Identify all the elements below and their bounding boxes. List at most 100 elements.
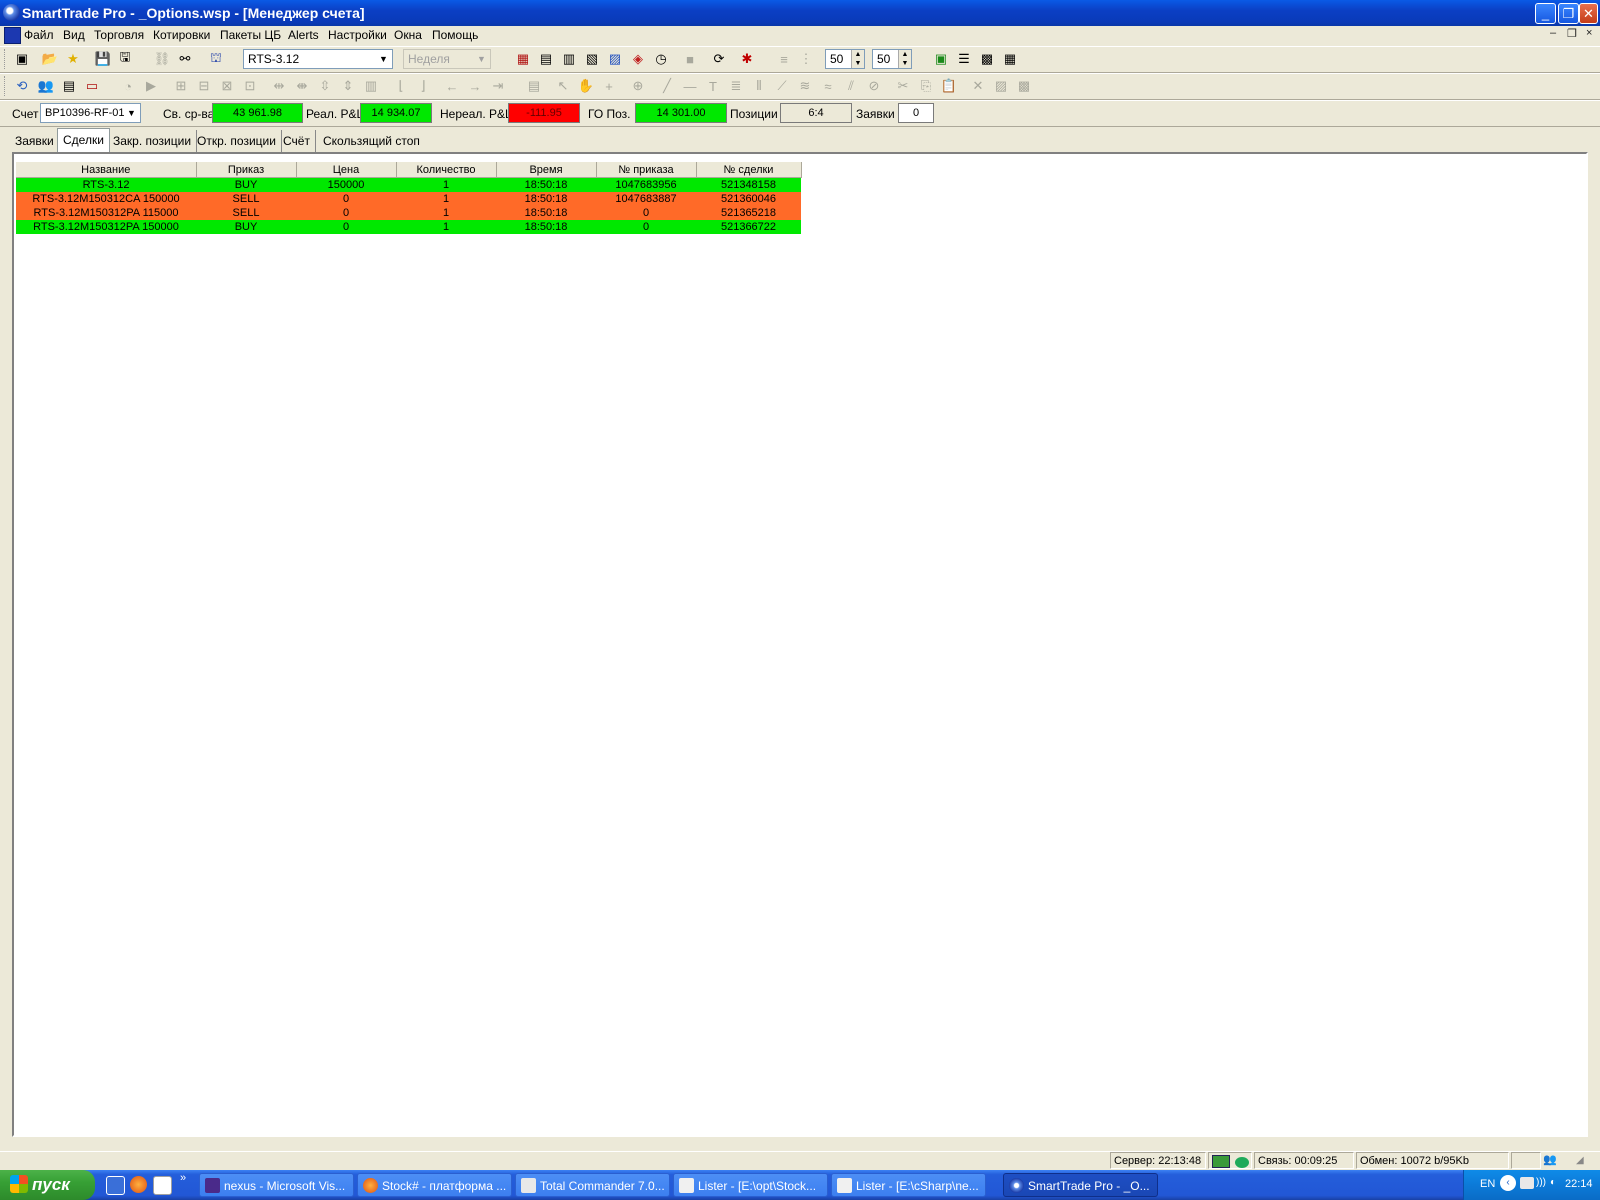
save-all-icon[interactable]: 🖫 [116, 49, 134, 68]
taskbar-item[interactable]: Stock# - платформа ... [357, 1173, 512, 1197]
fibo-tool-icon[interactable]: ⦀ [750, 77, 768, 95]
users-icon[interactable]: 👥 [37, 77, 55, 95]
period-combo[interactable]: Неделя ▼ [403, 49, 491, 69]
col-header-trade-no[interactable]: № сделки [696, 162, 802, 178]
toolbar-grip[interactable] [4, 49, 8, 69]
arrow-left-icon[interactable]: ← [443, 77, 461, 95]
align-icon[interactable]: ≡ [775, 50, 793, 68]
calendar-icon[interactable]: ▨ [606, 50, 624, 68]
new-window-icon[interactable]: ▣ [13, 50, 31, 68]
table-icon[interactable]: ▦ [514, 50, 532, 68]
window-icon[interactable]: ▭ [83, 77, 101, 95]
properties-icon[interactable]: ▩ [978, 50, 996, 68]
symbol-combo[interactable]: RTS-3.12 ▼ [243, 49, 393, 69]
firefox-icon[interactable] [130, 1176, 147, 1193]
layout-icon[interactable]: ▤ [525, 77, 543, 95]
insert-icon[interactable]: ⊕ [629, 77, 647, 95]
spin-field-2[interactable]: 50 ▲ ▼ [872, 49, 912, 69]
delete-icon[interactable]: ✕ [969, 77, 987, 95]
paste-icon[interactable]: 📋 [940, 77, 958, 95]
arrow-right-icon[interactable]: → [466, 77, 484, 95]
col-header-order-no[interactable]: № приказа [596, 162, 697, 178]
crosshair-icon[interactable]: + [600, 77, 618, 95]
chart-window-icon[interactable]: ▤ [537, 50, 555, 68]
tab-trades[interactable]: Сделки [57, 128, 110, 152]
mdi-minimize-button[interactable]: – [1550, 27, 1556, 39]
scroll-end-icon[interactable]: ⌋ [414, 77, 432, 95]
text-tool-icon[interactable]: T [704, 77, 722, 95]
quicklaunch-more-icon[interactable]: » [180, 1172, 186, 1184]
star-icon[interactable]: ★ [64, 50, 82, 68]
resize-grip-icon[interactable]: ◢ [1576, 1155, 1590, 1169]
grid-icon[interactable]: ⋮ [797, 50, 815, 68]
tray-sound-icon[interactable]: ◐ [1550, 1177, 1562, 1189]
chevron-down-icon[interactable]: ▼ [124, 105, 139, 121]
account-combo[interactable]: BP10396-RF-01 ▼ [40, 103, 141, 123]
portfolio-icon[interactable]: ◈ [629, 50, 647, 68]
menu-alerts[interactable]: Alerts [288, 28, 319, 42]
chevron-down-icon[interactable]: ▼ [474, 51, 489, 67]
tab-trailing-stop[interactable]: Скользящий стоп [318, 130, 425, 152]
line-tool-icon[interactable]: ╱ [658, 77, 676, 95]
menu-settings[interactable]: Настройки [328, 28, 387, 42]
chart-line-icon[interactable]: ⊞ [172, 77, 190, 95]
tab-orders[interactable]: Заявки [10, 130, 60, 152]
tray-wifi-icon[interactable]: ))) [1536, 1177, 1548, 1189]
taskbar-item[interactable]: Total Commander 7.0... [515, 1173, 670, 1197]
col-header-time[interactable]: Время [496, 162, 597, 178]
fan-tool-icon[interactable]: ⟋ [773, 77, 791, 95]
save-icon[interactable]: 💾 [94, 50, 112, 68]
channel-tool-icon[interactable]: ≣ [727, 77, 745, 95]
quotes-window-icon[interactable]: ▥ [560, 50, 578, 68]
bank-icon[interactable]: ⛫ [207, 50, 225, 68]
export-icon[interactable]: ▣ [932, 50, 950, 68]
menu-help[interactable]: Помощь [432, 28, 478, 42]
minimize-button[interactable]: _ [1535, 3, 1556, 24]
tab-closed-positions[interactable]: Закр. позиции [108, 130, 198, 152]
col-header-quantity[interactable]: Количество [396, 162, 497, 178]
open-folder-icon[interactable]: 📂 [41, 50, 59, 68]
menu-view[interactable]: Вид [63, 28, 85, 42]
tray-network-icon[interactable] [1520, 1177, 1534, 1189]
notepad-icon[interactable] [153, 1176, 172, 1195]
taskbar-item[interactable]: nexus - Microsoft Vis... [199, 1173, 354, 1197]
language-indicator[interactable]: EN [1480, 1178, 1495, 1190]
hline-tool-icon[interactable]: — [681, 77, 699, 95]
chevron-down-icon[interactable]: ▼ [376, 51, 391, 67]
arc-tool-icon[interactable]: ≋ [796, 77, 814, 95]
mdi-restore-button[interactable]: ❐ [1567, 27, 1577, 40]
stop-icon[interactable]: ■ [681, 50, 699, 68]
desktop-icon[interactable] [106, 1176, 125, 1195]
table-row[interactable]: RTS-3.12M150312PA 115000 SELL 0 1 18:50:… [16, 206, 801, 220]
col-header-price[interactable]: Цена [296, 162, 397, 178]
menu-trading[interactable]: Торговля [94, 28, 144, 42]
calculator-icon[interactable]: ▦ [1001, 50, 1019, 68]
clock[interactable]: 22:14 [1565, 1178, 1593, 1190]
maximize-button[interactable]: ❐ [1558, 3, 1579, 24]
play-icon[interactable]: ▶ [142, 77, 160, 95]
start-button[interactable]: пуск [0, 1170, 95, 1200]
chart-bar-icon[interactable]: ⊟ [195, 77, 213, 95]
menu-file[interactable]: Файл [24, 28, 54, 42]
spin-arrows-icon[interactable]: ▲ ▼ [898, 50, 911, 68]
tray-expand-icon[interactable]: ‹ [1500, 1175, 1516, 1191]
tab-open-positions[interactable]: Откр. позиции [192, 130, 282, 152]
menu-quotes[interactable]: Котировки [153, 28, 210, 42]
menu-packages[interactable]: Пакеты ЦБ [220, 28, 281, 42]
alarm-icon[interactable]: ◷ [652, 50, 670, 68]
chart-area-icon[interactable]: ⊡ [241, 77, 259, 95]
mdi-close-button[interactable]: × [1586, 27, 1592, 39]
refresh-icon[interactable]: ⟳ [710, 50, 728, 68]
zoom-in-v-icon[interactable]: ⇕ [339, 77, 357, 95]
clock-icon[interactable]: ◔ [119, 77, 137, 95]
link-icon[interactable]: ⛓ [153, 50, 171, 68]
close-button[interactable]: ✕ [1579, 3, 1598, 24]
toolbar-grip[interactable] [4, 76, 8, 96]
spin-field-1[interactable]: 50 ▲ ▼ [825, 49, 865, 69]
taskbar-item[interactable]: Lister - [E:\cSharp\ne... [831, 1173, 986, 1197]
cursor-icon[interactable]: ↖ [554, 77, 572, 95]
col-header-order-type[interactable]: Приказ [196, 162, 297, 178]
app-icon[interactable] [3, 4, 20, 21]
zoom-out-h-icon[interactable]: ⇹ [270, 77, 288, 95]
box-tool-icon[interactable]: ⊘ [865, 77, 883, 95]
